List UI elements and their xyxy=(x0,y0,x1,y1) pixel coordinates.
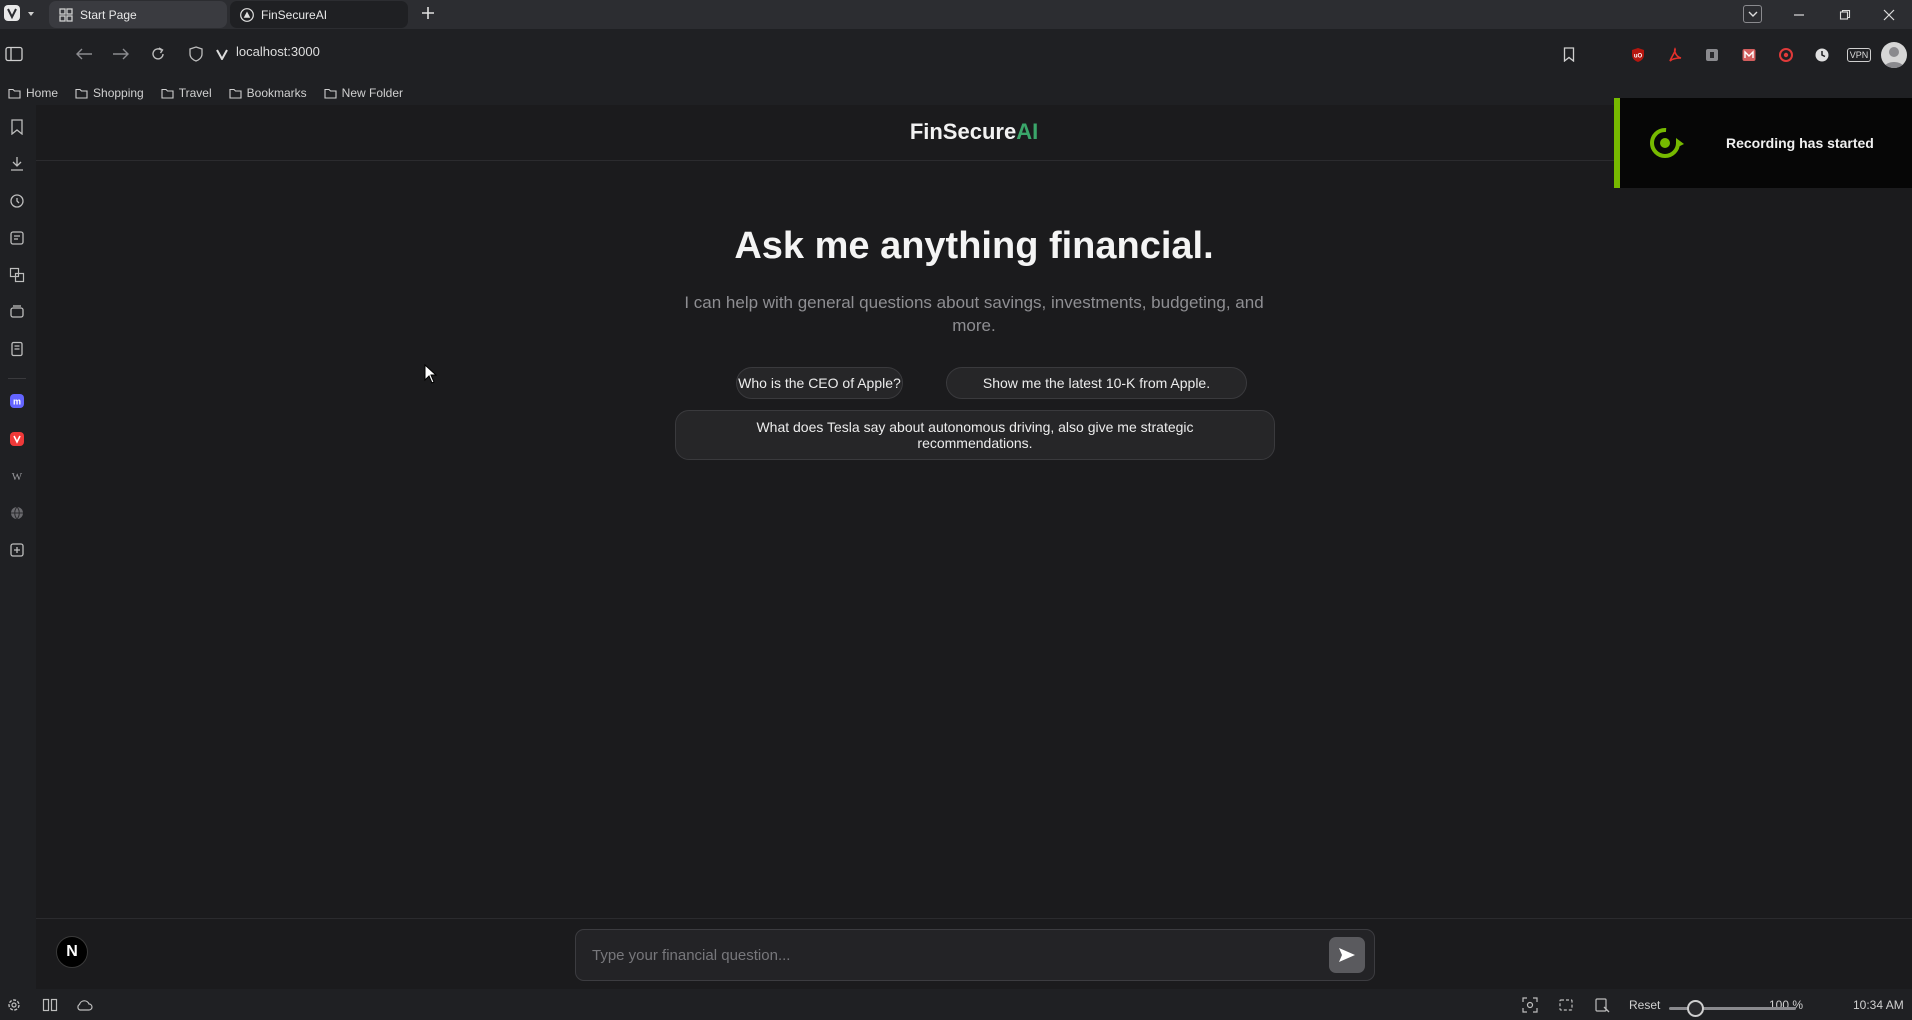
suggestion-chip[interactable]: Who is the CEO of Apple? xyxy=(736,367,903,399)
brand-accent: AI xyxy=(1016,119,1039,144)
recording-icon xyxy=(1646,122,1688,164)
panel-toggle-icon[interactable] xyxy=(3,43,25,65)
vpn-icon[interactable]: VPN xyxy=(1845,44,1873,66)
tab-label: Start Page xyxy=(80,7,137,22)
page-actions-icon[interactable] xyxy=(1593,996,1611,1014)
bookmarks-panel-icon[interactable] xyxy=(5,115,29,139)
address-bar-row: localhost:3000 uO VPN xyxy=(0,29,1912,81)
downloads-icon[interactable] xyxy=(5,152,29,176)
sync-cloud-icon[interactable] xyxy=(75,996,93,1014)
tab-list-chevron-icon[interactable] xyxy=(26,9,36,19)
svg-text:uO: uO xyxy=(1634,54,1643,60)
tab-label: FinSecureAI xyxy=(261,7,328,22)
url-field[interactable]: localhost:3000 xyxy=(236,44,320,59)
bookmark-label: Shopping xyxy=(93,86,144,100)
bookmark-label: Home xyxy=(26,86,59,100)
add-panel-icon[interactable] xyxy=(5,538,29,562)
suggestion-chip[interactable]: Show me the latest 10-K from Apple. xyxy=(946,367,1247,399)
folder-icon xyxy=(324,88,337,99)
bookmark-home[interactable]: Home xyxy=(8,86,58,100)
mastodon-icon[interactable]: m xyxy=(5,389,29,413)
clock-time: 10:34 AM xyxy=(1853,998,1904,1012)
tab-finsecureai[interactable]: FinSecureAI xyxy=(230,1,408,28)
profile-avatar[interactable] xyxy=(1881,42,1907,68)
tab-bar: Start Page FinSecureAI xyxy=(0,0,1912,29)
reading-list-icon[interactable] xyxy=(5,337,29,361)
history-icon[interactable] xyxy=(5,189,29,213)
status-bar: Reset 100 % 10:34 AM xyxy=(0,989,1912,1020)
reload-icon[interactable] xyxy=(147,43,169,65)
vivaldi-red-icon[interactable] xyxy=(5,427,29,451)
settings-gear-icon[interactable] xyxy=(5,996,23,1014)
folder-icon xyxy=(229,88,242,99)
window-panel-icon[interactable] xyxy=(5,300,29,324)
send-button[interactable] xyxy=(1329,937,1365,973)
bookmark-shopping[interactable]: Shopping xyxy=(75,86,144,100)
folder-icon xyxy=(75,88,88,99)
triangle-logo-icon xyxy=(240,7,254,22)
restore-icon[interactable] xyxy=(1822,0,1868,29)
page-tiling-icon[interactable] xyxy=(1557,996,1575,1014)
bookmark-label: Bookmarks xyxy=(246,86,307,100)
tab-menu-chevron-icon[interactable] xyxy=(1743,5,1762,23)
zoom-reset-button[interactable]: Reset xyxy=(1629,998,1660,1012)
bookmark-new-folder[interactable]: New Folder xyxy=(324,86,403,100)
mouse-cursor-icon xyxy=(424,364,438,384)
forward-arrow-icon[interactable] xyxy=(110,43,132,65)
bookmark-label: New Folder xyxy=(341,86,404,100)
vpn-label: VPN xyxy=(1846,48,1872,62)
suggestion-chip[interactable]: What does Tesla say about autonomous dri… xyxy=(675,410,1275,460)
nextjs-dev-icon[interactable]: N xyxy=(56,936,88,968)
clock-icon[interactable] xyxy=(1811,44,1833,66)
globe-icon[interactable] xyxy=(5,501,29,525)
folder-icon xyxy=(8,88,21,99)
question-input[interactable] xyxy=(592,944,1312,966)
tile-panel-icon[interactable] xyxy=(41,996,59,1014)
folder-icon xyxy=(161,88,174,99)
capture-icon[interactable] xyxy=(1521,996,1539,1014)
shield-icon[interactable] xyxy=(185,43,207,65)
mail-icon[interactable] xyxy=(1738,44,1760,66)
pdf-icon[interactable] xyxy=(1664,44,1686,66)
svg-text:m: m xyxy=(13,397,21,407)
gear-extension-icon[interactable] xyxy=(1775,44,1797,66)
bookmark-label: Travel xyxy=(178,86,212,100)
send-icon xyxy=(1339,948,1355,962)
back-arrow-icon[interactable] xyxy=(73,43,95,65)
brand-main: FinSecure xyxy=(909,119,1017,144)
vivaldi-menu-icon[interactable] xyxy=(4,5,20,21)
hero-subtitle: I can help with general questions about … xyxy=(684,293,1264,335)
new-tab-plus-icon[interactable] xyxy=(421,6,435,20)
side-panel: m W xyxy=(0,105,36,989)
app-main: FinSecureAI Ask me anything financial. I… xyxy=(36,105,1912,989)
bookmark-bookmarks[interactable]: Bookmarks xyxy=(229,86,307,100)
wikipedia-icon[interactable]: W xyxy=(5,464,29,488)
extension-puzzle-icon[interactable] xyxy=(1701,44,1723,66)
input-bar: N xyxy=(36,918,1912,989)
ublock-icon[interactable]: uO xyxy=(1627,44,1649,66)
vivaldi-v-icon xyxy=(211,43,233,65)
bookmark-icon[interactable] xyxy=(1558,43,1580,65)
tab-start-page[interactable]: Start Page xyxy=(49,1,227,28)
toast-message: Recording has started xyxy=(1726,135,1874,151)
close-window-icon[interactable] xyxy=(1866,0,1912,29)
bookmark-travel[interactable]: Travel xyxy=(161,86,212,100)
translate-icon[interactable] xyxy=(5,263,29,287)
hero-title: Ask me anything financial. xyxy=(734,225,1214,267)
minimize-icon[interactable] xyxy=(1776,0,1822,29)
grid-icon xyxy=(59,7,73,22)
svg-text:W: W xyxy=(12,471,23,483)
notes-icon[interactable] xyxy=(5,226,29,250)
question-input-container xyxy=(575,929,1375,981)
zoom-slider-thumb[interactable] xyxy=(1687,1000,1704,1017)
recording-toast: Recording has started xyxy=(1614,98,1912,188)
divider xyxy=(8,378,26,379)
